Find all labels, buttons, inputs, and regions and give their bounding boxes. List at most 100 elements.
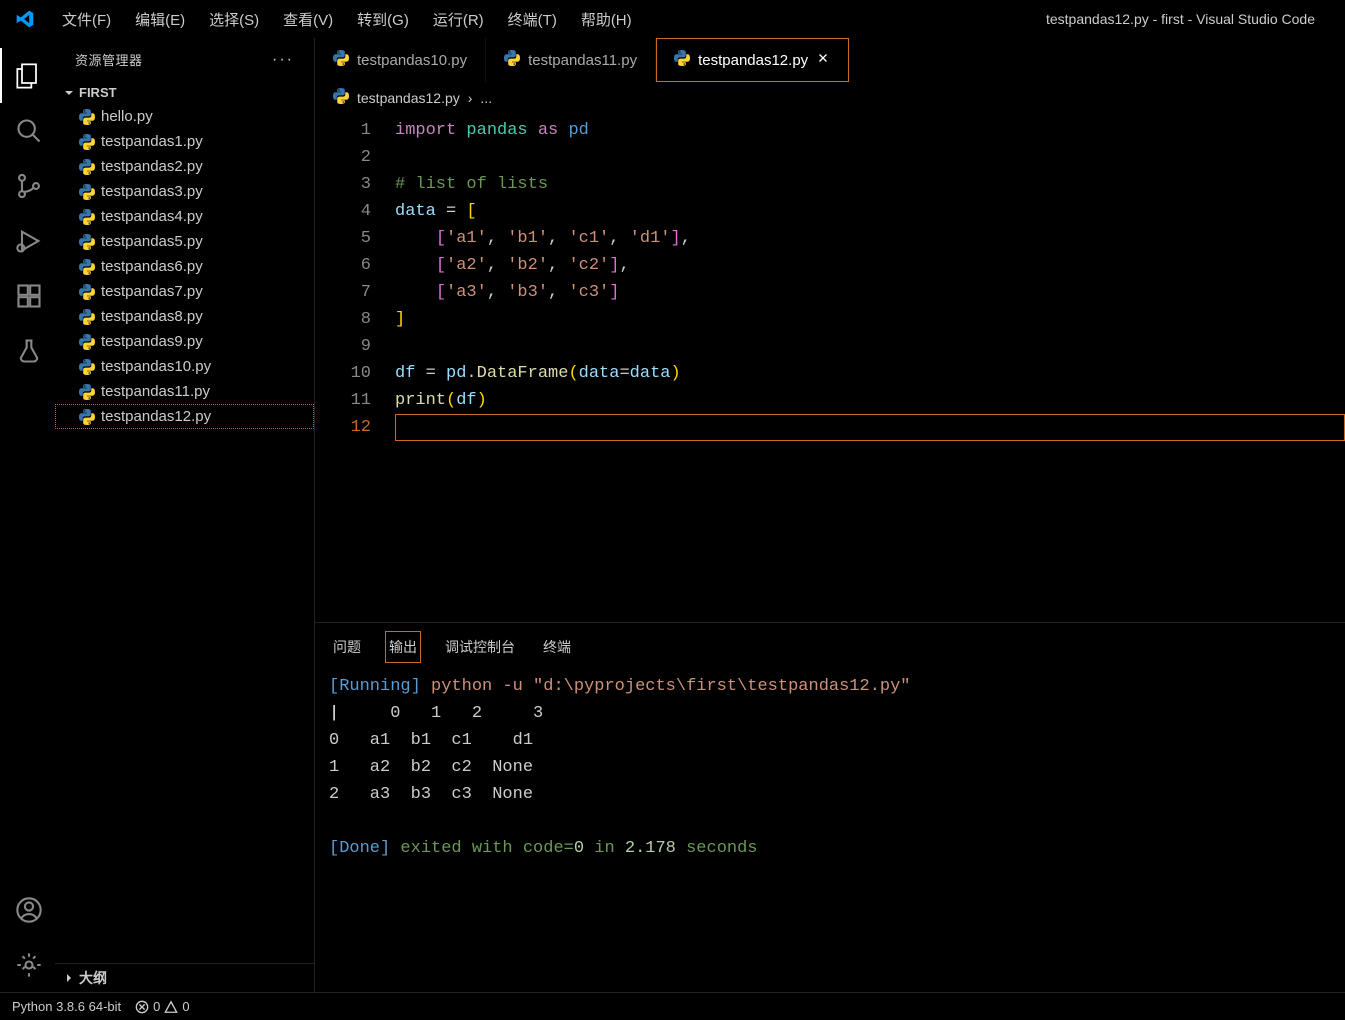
file-name: testpandas7.py [101,283,203,300]
file-item[interactable]: testpandas12.py [55,404,314,429]
menu-item[interactable]: 文件(F) [50,3,123,36]
code-line[interactable]: print(df) [395,387,1345,414]
file-item[interactable]: testpandas6.py [55,254,314,279]
file-name: testpandas6.py [101,258,203,275]
file-item[interactable]: testpandas8.py [55,304,314,329]
file-item[interactable]: testpandas4.py [55,204,314,229]
line-number: 2 [315,144,395,171]
file-name: testpandas9.py [101,333,203,350]
extensions-icon[interactable] [0,268,55,323]
python-icon [79,184,95,200]
tab-label: testpandas11.py [528,52,637,69]
run-debug-icon[interactable] [0,213,55,268]
titlebar: 文件(F)编辑(E)选择(S)查看(V)转到(G)运行(R)终端(T)帮助(H)… [0,0,1345,38]
line-number: 12 [315,414,395,441]
window-title: testpandas12.py - first - Visual Studio … [1046,11,1315,27]
file-item[interactable]: testpandas2.py [55,154,314,179]
problems-status[interactable]: 0 0 [135,999,189,1014]
breadcrumb-more: ... [480,90,492,106]
file-name: testpandas3.py [101,183,203,200]
file-item[interactable]: testpandas10.py [55,354,314,379]
file-list: hello.py testpandas1.py testpandas2.py test… [55,104,314,429]
line-number: 8 [315,306,395,333]
panel-tab[interactable]: 输出 [385,631,421,663]
output-panel[interactable]: [Running] python -u "d:\pyprojects\first… [315,663,1345,992]
line-number: 9 [315,333,395,360]
file-item[interactable]: testpandas1.py [55,129,314,154]
outline-section[interactable]: 大纲 [55,963,314,992]
menu-item[interactable]: 选择(S) [197,3,271,36]
code-line[interactable]: data = [ [395,198,1345,225]
file-name: testpandas2.py [101,158,203,175]
panel-tab[interactable]: 问题 [329,631,365,663]
source-control-icon[interactable] [0,158,55,213]
code-editor[interactable]: 1import pandas as pd23# list of lists4da… [315,113,1345,622]
code-line[interactable]: ['a3', 'b3', 'c3'] [395,279,1345,306]
activity-bar [0,38,55,992]
line-number: 5 [315,225,395,252]
menu-item[interactable]: 转到(G) [345,3,421,36]
account-icon[interactable] [0,882,55,937]
python-icon [79,309,95,325]
python-version[interactable]: Python 3.8.6 64-bit [12,999,121,1014]
folder-name: FIRST [79,85,117,100]
code-line[interactable]: import pandas as pd [395,117,1345,144]
file-name: testpandas10.py [101,358,211,375]
status-bar: Python 3.8.6 64-bit 0 0 [0,992,1345,1020]
code-line[interactable]: ['a1', 'b1', 'c1', 'd1'], [395,225,1345,252]
menu-item[interactable]: 帮助(H) [569,3,644,36]
folder-header[interactable]: FIRST [55,81,314,104]
gear-icon[interactable] [0,937,55,992]
sidebar-more-icon[interactable]: ··· [272,51,294,69]
output-body: 0 1 2 3 0 a1 b1 c1 d1 1 a2 b2 c2 None 2 … [329,704,543,804]
menu-item[interactable]: 运行(R) [421,3,496,36]
python-icon [504,50,520,70]
file-item[interactable]: testpandas11.py [55,379,314,404]
vscode-icon [10,9,40,29]
line-number: 3 [315,171,395,198]
search-icon[interactable] [0,103,55,158]
explorer-tab-icon[interactable] [0,48,55,103]
file-item[interactable]: testpandas7.py [55,279,314,304]
line-number: 10 [315,360,395,387]
code-line[interactable]: df = pd.DataFrame(data=data) [395,360,1345,387]
file-item[interactable]: testpandas9.py [55,329,314,354]
menu-item[interactable]: 编辑(E) [123,3,197,36]
code-line[interactable]: ] [395,306,1345,333]
file-item[interactable]: hello.py [55,104,314,129]
code-line[interactable] [395,333,1345,360]
code-line[interactable]: # list of lists [395,171,1345,198]
file-name: testpandas1.py [101,133,203,150]
tab-label: testpandas10.py [357,52,467,69]
python-icon [333,88,349,107]
python-icon [79,234,95,250]
running-label: [Running] [329,677,421,696]
editor-tab[interactable]: testpandas11.py [486,38,656,82]
panel-tab[interactable]: 调试控制台 [441,631,519,663]
breadcrumb-file: testpandas12.py [357,90,460,106]
python-icon [79,209,95,225]
menu-item[interactable]: 查看(V) [271,3,345,36]
panel-tab[interactable]: 终端 [539,631,575,663]
panel-tabs: 问题输出调试控制台终端 [315,623,1345,663]
outline-label: 大纲 [79,968,107,988]
python-icon [674,50,690,70]
line-number: 7 [315,279,395,306]
editor-tab[interactable]: testpandas12.py [656,38,849,82]
menu-item[interactable]: 终端(T) [496,3,569,36]
code-line[interactable]: ['a2', 'b2', 'c2'], [395,252,1345,279]
code-line[interactable] [395,144,1345,171]
close-icon[interactable] [816,51,830,69]
menu-bar: 文件(F)编辑(E)选择(S)查看(V)转到(G)运行(R)终端(T)帮助(H) [50,3,644,36]
editor-tab[interactable]: testpandas10.py [315,38,486,82]
python-icon [79,259,95,275]
python-icon [79,109,95,125]
code-line[interactable] [395,414,1345,441]
breadcrumb[interactable]: testpandas12.py › ... [315,82,1345,113]
chevron-right-icon: › [468,90,473,106]
file-item[interactable]: testpandas3.py [55,179,314,204]
file-name: testpandas5.py [101,233,203,250]
line-number: 4 [315,198,395,225]
file-item[interactable]: testpandas5.py [55,229,314,254]
testing-icon[interactable] [0,323,55,378]
